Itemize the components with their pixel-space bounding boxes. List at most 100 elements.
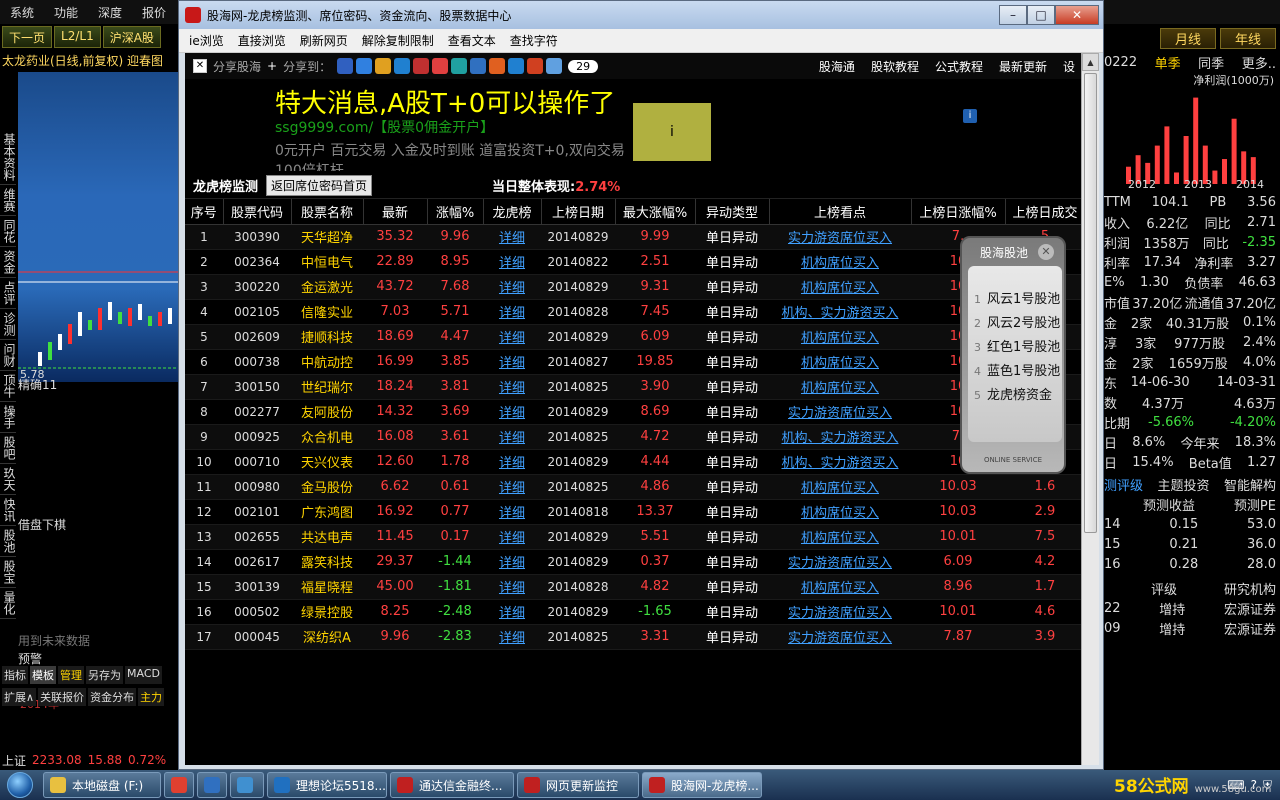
left-nav-item[interactable]: 点评: [0, 278, 16, 309]
tab-macd[interactable]: MACD: [125, 666, 162, 684]
table-row[interactable]: 17 000045 深纺织A 9.96 -2.83 详细 20140825 3.31 单日异动实…: [185, 624, 1081, 650]
table-row[interactable]: 8 002277 友阿股份 14.32 3.69 详细 20140829 8.69 单日异动 实力…: [185, 399, 1081, 425]
pool-item[interactable]: 4 蓝色1号股池: [968, 360, 1062, 384]
link-settings[interactable]: 设: [1063, 58, 1075, 75]
detail-link[interactable]: 详细: [483, 374, 541, 400]
l2-l1-button[interactable]: L2/L1: [54, 26, 101, 48]
table-row[interactable]: 11 000980 金马股份 6.62 0.61 详细 20140825 4.86 单日异动 机构…: [185, 474, 1081, 500]
scroll-thumb[interactable]: [1084, 73, 1097, 533]
ad-title[interactable]: 特大消息,A股T+0可以操作了: [275, 83, 615, 120]
vertical-scrollbar[interactable]: ▲: [1081, 53, 1099, 765]
left-nav-item[interactable]: 顶牛: [0, 371, 16, 402]
tab-rating[interactable]: 测评级: [1104, 475, 1143, 494]
table-row[interactable]: 14 002617 露笑科技 29.37 -1.44 详细 20140829 0.37 单日异动…: [185, 549, 1081, 575]
share-site-icon[interactable]: [451, 58, 468, 74]
column-header[interactable]: 涨幅%: [427, 199, 484, 225]
detail-link[interactable]: 详细: [483, 574, 541, 600]
menu-quote[interactable]: 报价: [132, 4, 176, 21]
highlight-link[interactable]: 机构席位买入: [769, 349, 911, 375]
tab-template[interactable]: 模板: [30, 666, 56, 684]
highlight-link[interactable]: 机构席位买入: [769, 249, 911, 275]
detail-link[interactable]: 详细: [483, 324, 541, 350]
ad-banner[interactable]: 特大消息,A股T+0可以操作了 ssg9999.com/【股票0佣金开户】 0元…: [185, 79, 1081, 173]
highlight-link[interactable]: 机构席位买入: [769, 274, 911, 300]
table-row[interactable]: 1 300390 天华超净 35.32 9.96 详细 20140829 9.99 单日异动 实力…: [185, 224, 1081, 250]
highlight-link[interactable]: 机构席位买入: [769, 474, 911, 500]
taskbar-item[interactable]: [197, 772, 227, 798]
taskbar-item[interactable]: [230, 772, 264, 798]
table-row[interactable]: 3 300220 金运激光 43.72 7.68 详细 20140829 9.31 单日异动 机构…: [185, 274, 1081, 300]
detail-link[interactable]: 详细: [483, 474, 541, 500]
column-header[interactable]: 最新: [363, 199, 428, 225]
column-header[interactable]: 上榜日成交: [1005, 199, 1081, 225]
column-header[interactable]: 股票代码: [223, 199, 292, 225]
tab-extend[interactable]: 扩展∧: [2, 688, 37, 706]
table-row[interactable]: 9 000925 众合机电 16.08 3.61 详细 20140825 4.72 单日异动 机构…: [185, 424, 1081, 450]
highlight-link[interactable]: 机构、实力游资买入: [769, 424, 911, 450]
candlestick-chart[interactable]: 5.78: [18, 72, 178, 382]
link-formula-tutorial[interactable]: 公式教程: [935, 58, 983, 75]
column-header[interactable]: 股票名称: [291, 199, 364, 225]
column-header[interactable]: 上榜日涨幅%: [911, 199, 1006, 225]
left-nav-item[interactable]: 诊测: [0, 309, 16, 340]
tab-related-quote[interactable]: 关联报价: [38, 688, 87, 706]
left-nav-item[interactable]: 玖天: [0, 464, 16, 495]
left-nav-item[interactable]: 资金: [0, 247, 16, 278]
share-site-icon[interactable]: [527, 58, 544, 74]
tab-main[interactable]: 主力: [138, 688, 165, 706]
tab-same-quarter[interactable]: 同季: [1198, 53, 1224, 72]
menu-depth[interactable]: 深度: [88, 4, 132, 21]
left-nav-item[interactable]: 问财: [0, 340, 16, 371]
highlight-link[interactable]: 机构席位买入: [769, 574, 911, 600]
tab-fund-distribution[interactable]: 资金分布: [88, 688, 137, 706]
detail-link[interactable]: 详细: [483, 249, 541, 275]
detail-link[interactable]: 详细: [483, 224, 541, 250]
pool-item[interactable]: 2 风云2号股池: [968, 312, 1062, 336]
menu-function[interactable]: 功能: [44, 4, 88, 21]
tab-theme[interactable]: 主题投资: [1157, 475, 1209, 494]
taskbar-item[interactable]: 股海网-龙虎榜...: [642, 772, 762, 798]
share-close-icon[interactable]: ✕: [193, 59, 207, 73]
tab-single-quarter[interactable]: 单季: [1155, 53, 1181, 72]
left-nav-item[interactable]: 股吧: [0, 433, 16, 464]
column-header[interactable]: 最大涨幅%: [615, 199, 696, 225]
detail-link[interactable]: 详细: [483, 449, 541, 475]
menu-system[interactable]: 系统: [0, 4, 44, 21]
table-row[interactable]: 15 300139 福星晓程 45.00 -1.81 详细 20140828 4.82 单日异动…: [185, 574, 1081, 600]
left-nav-item[interactable]: 操手: [0, 402, 16, 433]
tab-year[interactable]: 年线: [1220, 27, 1276, 49]
table-row[interactable]: 13 002655 共达电声 11.45 0.17 详细 20140829 5.51 单日异动机…: [185, 524, 1081, 550]
detail-link[interactable]: 详细: [483, 299, 541, 325]
share-site-icon[interactable]: [546, 58, 563, 74]
table-row[interactable]: 6 000738 中航动控 16.99 3.85 详细 20140827 19.85 单日异动机…: [185, 349, 1081, 375]
share-site-icon[interactable]: [375, 58, 392, 74]
taskbar-item[interactable]: 通达信金融终...: [390, 772, 514, 798]
share-site-icon[interactable]: [337, 58, 354, 74]
column-header[interactable]: 上榜看点: [769, 199, 912, 225]
pool-close-icon[interactable]: ✕: [1038, 244, 1054, 260]
share-site-icon[interactable]: [432, 58, 449, 74]
table-row[interactable]: 10 000710 天兴仪表 12.60 1.78 详细 20140829 4.44 单日异动机…: [185, 449, 1081, 475]
highlight-link[interactable]: 机构席位买入: [769, 324, 911, 350]
menu-view-text[interactable]: 查看文本: [448, 32, 496, 49]
column-header[interactable]: 序号: [185, 199, 224, 225]
menu-direct-browse[interactable]: 直接浏览: [238, 32, 286, 49]
detail-link[interactable]: 详细: [483, 424, 541, 450]
menu-refresh[interactable]: 刷新网页: [300, 32, 348, 49]
pool-item[interactable]: 5 龙虎榜资金: [968, 384, 1062, 408]
share-site-icon[interactable]: [356, 58, 373, 74]
detail-link[interactable]: 详细: [483, 499, 541, 525]
start-button[interactable]: [0, 770, 40, 800]
table-row[interactable]: 4 002105 信隆实业 7.03 5.71 详细 20140828 7.45 单日异动 机构、…: [185, 299, 1081, 325]
taskbar-item[interactable]: 理想论坛5518...: [267, 772, 387, 798]
highlight-link[interactable]: 实力游资席位买入: [769, 224, 911, 250]
taskbar-item[interactable]: 本地磁盘 (F:): [43, 772, 161, 798]
highlight-link[interactable]: 机构、实力游资买入: [769, 449, 911, 475]
link-guhaitong[interactable]: 股海通: [819, 58, 855, 75]
pool-item[interactable]: 3 红色1号股池: [968, 336, 1062, 360]
minimize-icon[interactable]: –: [999, 5, 1027, 25]
left-nav-item[interactable]: 量化: [0, 588, 16, 619]
left-nav-item[interactable]: 同花: [0, 216, 16, 247]
detail-link[interactable]: 详细: [483, 624, 541, 650]
column-header[interactable]: 上榜日期: [541, 199, 616, 225]
